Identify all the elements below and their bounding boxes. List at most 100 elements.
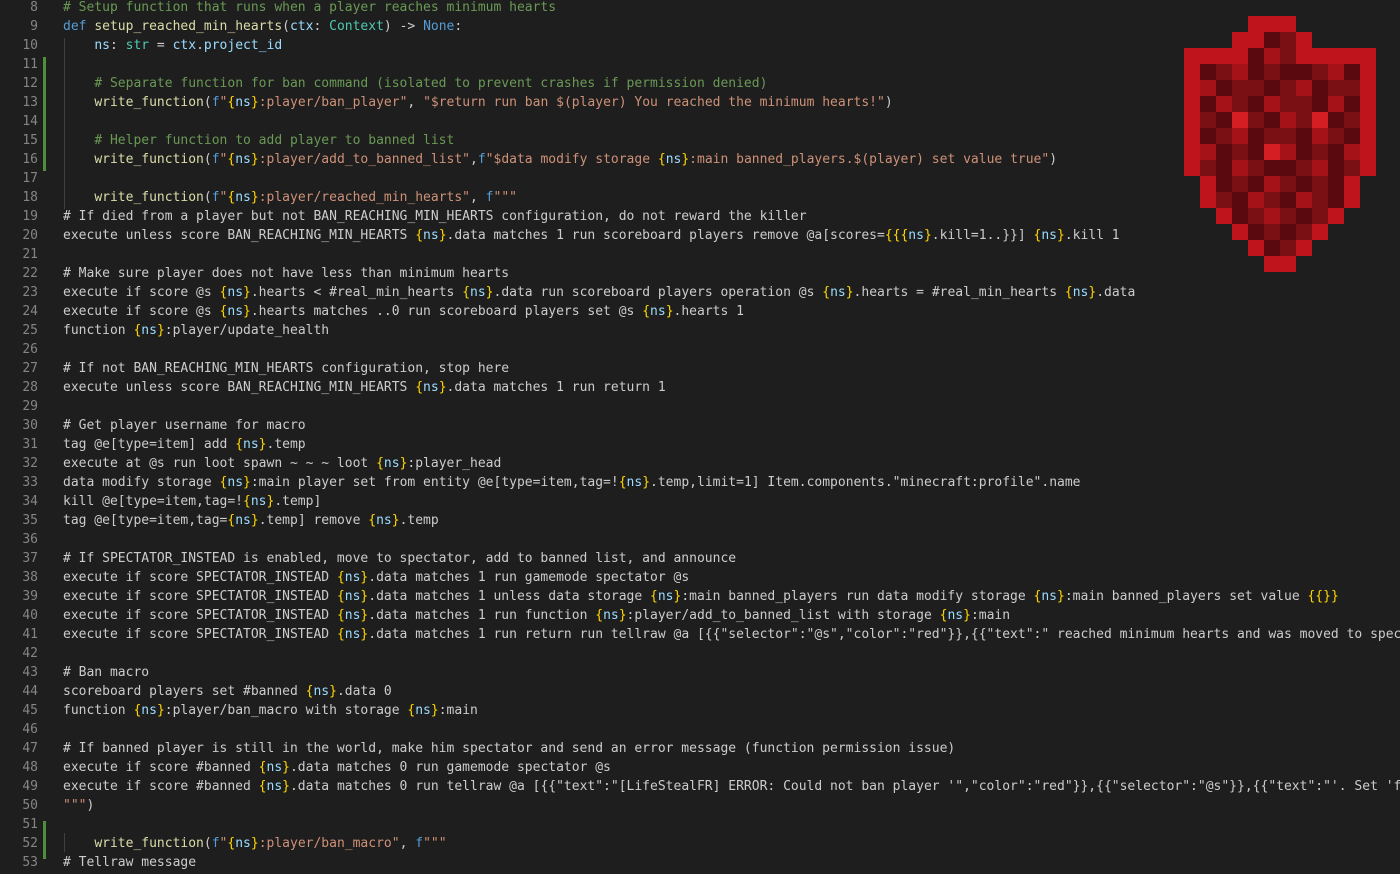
code-text[interactable]: write_function(f"{ns}:player/ban_macro",… <box>63 834 446 853</box>
code-text[interactable]: ns: str = ctx.project_id <box>63 36 282 55</box>
code-text[interactable]: execute if score #banned {ns}.data match… <box>63 758 611 777</box>
code-text[interactable]: execute if score SPECTATOR_INSTEAD {ns}.… <box>63 587 1339 606</box>
code-token: :player/ban_player" <box>258 95 408 110</box>
code-token: .data 0 <box>336 684 392 699</box>
logo-pixel <box>1312 192 1328 208</box>
code-line[interactable]: 24 execute if score @s {ns}.hearts matche… <box>0 302 1400 321</box>
code-token: ns <box>313 684 330 699</box>
code-line[interactable]: 42 <box>0 644 1400 663</box>
code-text[interactable]: write_function(f"{ns}:player/ban_player"… <box>63 93 892 112</box>
logo-pixel <box>1296 160 1312 176</box>
code-line[interactable]: 8 # Setup function that runs when a playe… <box>0 0 1400 17</box>
code-text[interactable]: # If SPECTATOR_INSTEAD is enabled, move … <box>63 549 736 568</box>
code-text[interactable]: # Ban macro <box>63 663 149 682</box>
code-line[interactable]: 49 execute if score #banned {ns}.data mat… <box>0 777 1400 796</box>
code-line[interactable]: 43 # Ban macro <box>0 663 1400 682</box>
logo-pixel <box>1296 32 1312 48</box>
code-token: ( <box>203 190 212 205</box>
code-line[interactable]: 46 <box>0 720 1400 739</box>
code-line[interactable]: 23 execute if score @s {ns}.hearts < #rea… <box>0 283 1400 302</box>
code-text[interactable]: execute unless score BAN_REACHING_MIN_HE… <box>63 226 1120 245</box>
code-line[interactable]: 51 <box>0 815 1400 834</box>
code-line[interactable]: 32 execute at @s run loot spawn ~ ~ ~ loo… <box>0 454 1400 473</box>
code-token: } <box>642 475 651 490</box>
code-text[interactable]: kill @e[type=item,tag=!{ns}.temp] <box>63 492 321 511</box>
code-text[interactable]: # If died from a player but not BAN_REAC… <box>63 207 807 226</box>
code-token: } <box>243 285 251 300</box>
code-line[interactable]: 35 tag @e[type=item,tag={ns}.temp] remove… <box>0 511 1400 530</box>
code-line[interactable]: 41 execute if score SPECTATOR_INSTEAD {ns… <box>0 625 1400 644</box>
code-text[interactable]: execute at @s run loot spawn ~ ~ ~ loot … <box>63 454 501 473</box>
code-text[interactable]: # If banned player is still in the world… <box>63 739 955 758</box>
code-line[interactable]: 30 # Get player username for macro <box>0 416 1400 435</box>
code-text[interactable]: data modify storage {ns}:main player set… <box>63 473 1081 492</box>
logo-pixel <box>1280 64 1296 80</box>
code-text[interactable]: execute if score SPECTATOR_INSTEAD {ns}.… <box>63 568 689 587</box>
code-line[interactable]: 26 <box>0 340 1400 359</box>
code-text[interactable]: """) <box>63 796 94 815</box>
code-line[interactable]: 47 # If banned player is still in the wor… <box>0 739 1400 758</box>
code-line[interactable]: 31 tag @e[type=item] add {ns}.temp <box>0 435 1400 454</box>
logo-pixel <box>1216 176 1232 192</box>
code-token: :main banned_players run data modify sto… <box>681 589 1034 604</box>
code-text[interactable]: execute if score @s {ns}.hearts < #real_… <box>63 283 1135 302</box>
code-text[interactable]: # Separate function for ban command (iso… <box>63 74 767 93</box>
logo-pixel <box>1312 128 1328 144</box>
code-text[interactable]: # Make sure player does not have less th… <box>63 264 509 283</box>
code-token: :main <box>970 608 1011 623</box>
code-text[interactable]: # Setup function that runs when a player… <box>63 0 556 17</box>
code-line[interactable]: 39 execute if score SPECTATOR_INSTEAD {ns… <box>0 587 1400 606</box>
code-text[interactable]: scoreboard players set #banned {ns}.data… <box>63 682 392 701</box>
code-line[interactable]: 40 execute if score SPECTATOR_INSTEAD {ns… <box>0 606 1400 625</box>
logo-pixel <box>1312 96 1328 112</box>
code-token: # If not BAN_REACHING_MIN_HEARTS configu… <box>63 361 510 376</box>
code-text[interactable]: function {ns}:player/ban_macro with stor… <box>63 701 478 720</box>
code-text[interactable]: execute if score SPECTATOR_INSTEAD {ns}.… <box>63 606 1010 625</box>
code-line[interactable]: 28 execute unless score BAN_REACHING_MIN_… <box>0 378 1400 397</box>
code-text[interactable]: # Get player username for macro <box>63 416 306 435</box>
code-line[interactable]: 27 # If not BAN_REACHING_MIN_HEARTS confi… <box>0 359 1400 378</box>
line-number: 13 <box>22 95 38 110</box>
code-text[interactable]: execute if score @s {ns}.hearts matches … <box>63 302 744 321</box>
logo-pixel <box>1216 144 1232 160</box>
code-token: str <box>125 38 150 53</box>
code-token: # If banned player is still in the world… <box>63 741 956 756</box>
code-text[interactable]: # If not BAN_REACHING_MIN_HEARTS configu… <box>63 359 509 378</box>
code-text[interactable]: write_function(f"{ns}:player/add_to_bann… <box>63 150 1057 169</box>
code-line[interactable]: 52 write_function(f"{ns}:player/ban_macr… <box>0 834 1400 853</box>
code-token: ns <box>266 760 283 775</box>
code-text[interactable]: write_function(f"{ns}:player/reached_min… <box>63 188 517 207</box>
code-line[interactable]: 38 execute if score SPECTATOR_INSTEAD {ns… <box>0 568 1400 587</box>
code-line[interactable]: 37 # If SPECTATOR_INSTEAD is enabled, mov… <box>0 549 1400 568</box>
code-line[interactable]: 33 data modify storage {ns}:main player s… <box>0 473 1400 492</box>
code-line[interactable]: 53 # Tellraw message <box>0 853 1400 872</box>
line-number: 15 <box>22 133 38 148</box>
code-line[interactable]: 34 kill @e[type=item,tag=!{ns}.temp] <box>0 492 1400 511</box>
logo-pixel <box>1344 64 1360 80</box>
code-token: tag @e[type=item] add <box>63 437 236 452</box>
code-text[interactable]: # Tellraw message <box>63 853 196 872</box>
line-number: 31 <box>22 437 38 452</box>
code-line[interactable]: 29 <box>0 397 1400 416</box>
line-number: 44 <box>22 684 38 699</box>
code-line[interactable]: 50 """) <box>0 796 1400 815</box>
code-editor[interactable]: 8 # Setup function that runs when a playe… <box>0 0 1400 874</box>
code-text[interactable]: def setup_reached_min_hearts(ctx: Contex… <box>63 17 462 36</box>
code-text[interactable]: execute if score SPECTATOR_INSTEAD {ns}.… <box>63 625 1400 644</box>
code-text[interactable]: # Helper function to add player to banne… <box>63 131 454 150</box>
code-line[interactable]: 45 function {ns}:player/ban_macro with st… <box>0 701 1400 720</box>
code-text[interactable]: execute if score #banned {ns}.data match… <box>63 777 1400 796</box>
code-line[interactable]: 44 scoreboard players set #banned {ns}.da… <box>0 682 1400 701</box>
code-token: .hearts < #real_min_hearts <box>250 285 463 300</box>
code-line[interactable]: 48 execute if score #banned {ns}.data mat… <box>0 758 1400 777</box>
logo-pixel <box>1296 144 1312 160</box>
code-text[interactable]: tag @e[type=item,tag={ns}.temp] remove {… <box>63 511 439 530</box>
code-line[interactable]: 25 function {ns}:player/update_health <box>0 321 1400 340</box>
code-text[interactable]: tag @e[type=item] add {ns}.temp <box>63 435 306 454</box>
code-text[interactable]: function {ns}:player/update_health <box>63 321 329 340</box>
code-token: ( <box>203 95 212 110</box>
code-text[interactable]: execute unless score BAN_REACHING_MIN_HE… <box>63 378 666 397</box>
code-line[interactable]: 36 <box>0 530 1400 549</box>
code-token: :player_head <box>407 456 502 471</box>
logo-pixel <box>1296 176 1312 192</box>
